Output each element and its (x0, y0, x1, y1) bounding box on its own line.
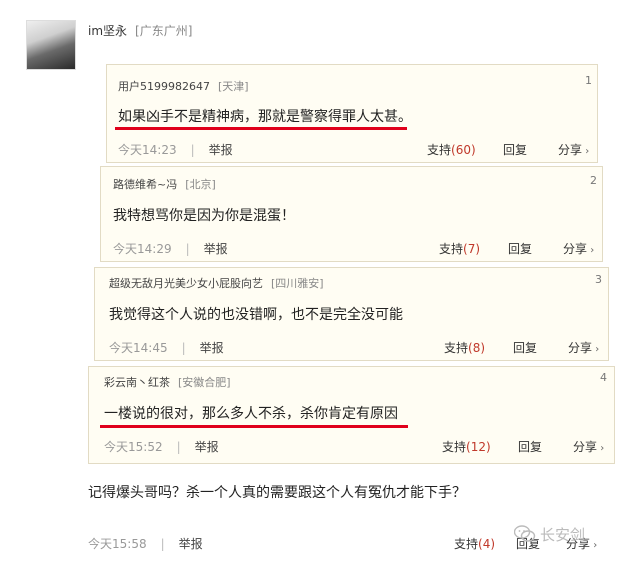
share-button[interactable]: 分享 › (573, 438, 604, 455)
comment-location: [四川雅安] (271, 277, 324, 290)
comment-text: 我特想骂你是因为你是混蛋！ (113, 208, 295, 224)
support-button[interactable]: 支持(4) (454, 535, 495, 552)
comment-location: [北京] (185, 178, 216, 191)
support-count: (4) (478, 537, 496, 551)
report-link[interactable]: 举报 (179, 537, 203, 551)
comment-meta: 今天14:29 | 举报 (113, 242, 228, 256)
post-meta: 今天15:58 | 举报 (88, 537, 203, 551)
chevron-right-icon: › (592, 344, 600, 355)
chevron-right-icon: › (597, 443, 605, 454)
report-link[interactable]: 举报 (209, 143, 233, 157)
comment-username: 用户5199982647 [天津] (118, 78, 249, 94)
share-button[interactable]: 分享 › (563, 240, 594, 257)
avatar[interactable] (26, 20, 76, 70)
share-label: 分享 (573, 440, 598, 454)
support-label: 支持 (444, 341, 469, 355)
support-label: 支持 (442, 440, 467, 454)
comment-user-link[interactable]: 彩云南丶红茶 (104, 376, 170, 389)
comment-meta: 今天14:45 | 举报 (109, 341, 224, 355)
wechat-icon (513, 524, 536, 547)
support-button[interactable]: 支持(7) (439, 240, 480, 257)
post-location: [广东广州] (135, 24, 193, 38)
post-username[interactable]: im坚永 (88, 24, 127, 38)
comment-user-link[interactable]: 用户5199982647 (118, 80, 210, 93)
chevron-right-icon: › (590, 540, 598, 551)
share-button[interactable]: 分享 › (568, 339, 599, 356)
report-link[interactable]: 举报 (204, 242, 228, 256)
comment-username: 超级无敌月光美少女小屁股向艺 [四川雅安] (109, 275, 324, 291)
comment-time: 今天14:45 (109, 341, 168, 355)
chevron-right-icon: › (582, 146, 590, 157)
comment-location: [天津] (218, 80, 249, 93)
support-label: 支持 (454, 537, 479, 551)
comment-location: [安徽合肥] (178, 376, 231, 389)
comment-text: 如果凶手不是精神病，那就是警察得罪人太甚。 (118, 109, 412, 125)
comment-time: 今天14:29 (113, 242, 172, 256)
watermark: 长安剑 (513, 524, 586, 547)
support-button[interactable]: 支持(12) (442, 438, 491, 455)
share-label: 分享 (563, 242, 588, 256)
support-label: 支持 (439, 242, 464, 256)
floor-number: 1 (585, 74, 592, 87)
comment-meta: 今天14:23 | 举报 (118, 143, 233, 157)
comment-user-link[interactable]: 超级无敌月光美少女小屁股向艺 (109, 277, 263, 290)
reply-button[interactable]: 回复 (508, 240, 532, 257)
comment-username: 路德维希~冯 [北京] (113, 176, 216, 192)
watermark-text: 长安剑 (540, 526, 586, 544)
comment-time: 今天14:23 (118, 143, 177, 157)
support-count: (12) (466, 440, 491, 454)
comment-text: 我觉得这个人说的也没错啊，也不是完全没可能 (109, 307, 403, 323)
report-link[interactable]: 举报 (200, 341, 224, 355)
support-count: (7) (463, 242, 481, 256)
chevron-right-icon: › (587, 245, 595, 256)
comment-text: 一楼说的很对，那么多人不杀，杀你肯定有原因 (104, 406, 398, 422)
share-label: 分享 (558, 143, 583, 157)
report-link[interactable]: 举报 (195, 440, 219, 454)
reply-button[interactable]: 回复 (513, 339, 537, 356)
post-text: 记得爆头哥吗？杀一个人真的需要跟这个人有冤仇才能下手？ (88, 485, 466, 501)
share-label: 分享 (568, 341, 593, 355)
support-label: 支持 (427, 143, 452, 157)
post-author: im坚永 [广东广州] (88, 22, 192, 39)
support-count: (60) (451, 143, 476, 157)
highlight-underline (100, 425, 408, 428)
comment-meta: 今天15:52 | 举报 (104, 440, 219, 454)
support-button[interactable]: 支持(60) (427, 141, 476, 158)
floor-number: 4 (600, 371, 607, 384)
comment-time: 今天15:52 (104, 440, 163, 454)
share-button[interactable]: 分享 › (558, 141, 589, 158)
floor-number: 3 (595, 273, 602, 286)
reply-button[interactable]: 回复 (518, 438, 542, 455)
support-count: (8) (468, 341, 486, 355)
reply-button[interactable]: 回复 (503, 141, 527, 158)
post-time: 今天15:58 (88, 537, 147, 551)
comment-user-link[interactable]: 路德维希~冯 (113, 178, 177, 191)
floor-number: 2 (590, 174, 597, 187)
comment-username: 彩云南丶红茶 [安徽合肥] (104, 374, 231, 390)
highlight-underline (115, 127, 407, 130)
support-button[interactable]: 支持(8) (444, 339, 485, 356)
